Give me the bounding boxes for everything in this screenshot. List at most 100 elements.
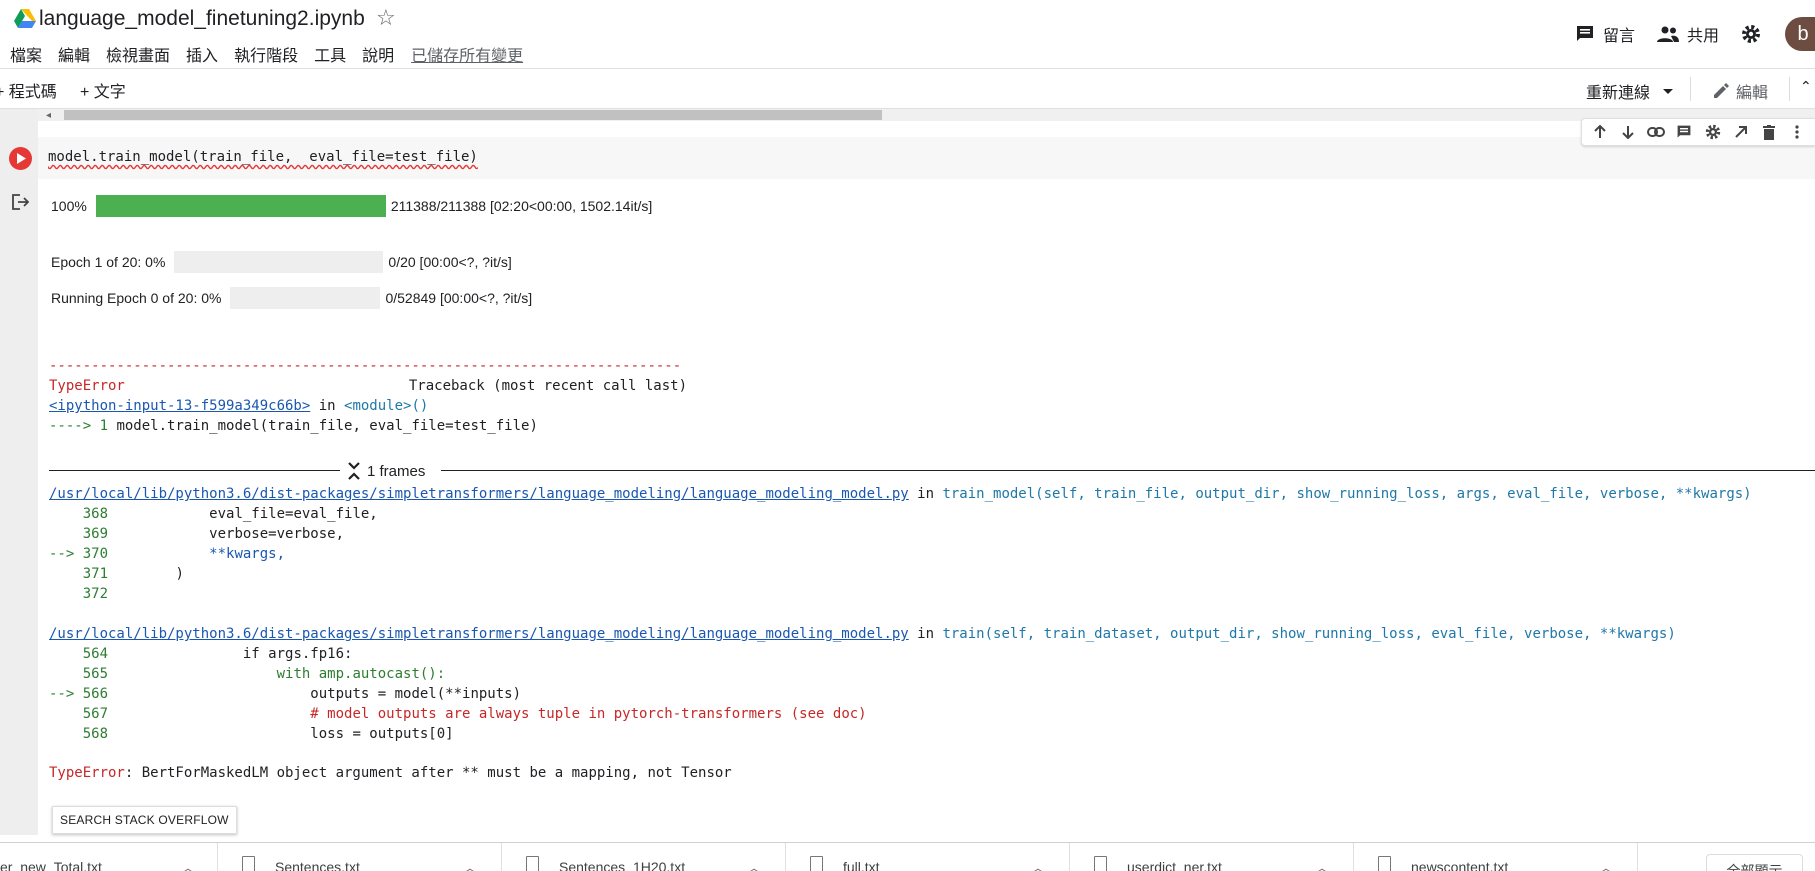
frame-path-link[interactable]: /usr/local/lib/python3.6/dist-packages/s… — [49, 486, 909, 502]
line-code: **kwargs, — [108, 546, 286, 562]
gear-icon — [1742, 25, 1760, 43]
progress-bar-fill — [95, 195, 386, 217]
line-code: eval_file=eval_file, — [108, 506, 378, 522]
menu-insert[interactable]: 插入 — [186, 42, 218, 66]
progress-bar — [230, 287, 381, 309]
chevron-up-icon[interactable]: ︿ — [182, 859, 194, 871]
frame-line: --> 370 **kwargs, — [49, 546, 285, 563]
arrow-up-icon[interactable] — [1589, 121, 1611, 143]
gear-icon[interactable] — [1702, 121, 1724, 143]
file-icon — [810, 856, 823, 871]
edit-button[interactable]: 編輯 — [1712, 79, 1768, 103]
horizontal-scrollbar-thumb[interactable] — [64, 110, 882, 120]
progress-label: 100% — [51, 198, 87, 214]
ipython-input-link[interactable]: <ipython-input-13-f599a349c66b> — [49, 398, 310, 414]
download-filename: full.txt — [843, 859, 880, 871]
traceback-separator: ----------------------------------------… — [49, 358, 682, 374]
drive-logo-icon[interactable] — [14, 8, 36, 28]
frame-line: --> 566 outputs = model(**inputs) — [49, 686, 521, 703]
line-marker — [49, 726, 83, 742]
menubar: 檔案 編輯 檢視畫面 插入 執行階段 工具 說明 已儲存所有變更 — [10, 42, 523, 66]
cell-gutter — [0, 109, 38, 835]
show-all-downloads-button[interactable]: 全部顯示 — [1706, 854, 1803, 871]
avatar[interactable]: b — [1785, 17, 1815, 51]
chevron-up-icon[interactable]: ︿ — [748, 859, 760, 871]
arrow-down-icon[interactable] — [1617, 121, 1639, 143]
settings-button[interactable] — [1741, 24, 1769, 44]
download-item[interactable]: er_new_Total.txt ︿ — [0, 843, 218, 871]
line-code: # model outputs are always tuple in pyto… — [108, 706, 867, 722]
line-number: 368 — [82, 506, 109, 522]
link-icon[interactable] — [1645, 121, 1667, 143]
pencil-icon — [1714, 83, 1729, 98]
collapse-header-icon[interactable]: ⌃ — [1800, 78, 1812, 95]
download-item[interactable]: Sentences.txt ︿ — [218, 843, 502, 871]
line-code: with amp.autocast(): — [108, 666, 446, 682]
chevron-up-icon[interactable]: ︿ — [1032, 859, 1044, 871]
header-actions: 留言 共用 b — [1575, 17, 1815, 51]
more-icon[interactable] — [1786, 121, 1808, 143]
star-icon[interactable]: ☆ — [376, 5, 396, 31]
progress-bar — [174, 251, 384, 273]
line-number: 567 — [82, 706, 109, 722]
scroll-left-arrow[interactable]: ◂ — [46, 110, 51, 121]
share-button[interactable]: 共用 — [1656, 22, 1719, 46]
file-icon — [242, 856, 255, 871]
code-line[interactable]: model.train_model(train_file, eval_file=… — [48, 149, 478, 165]
menu-help[interactable]: 說明 — [362, 42, 394, 66]
download-item[interactable]: Sentences_1H20.txt ︿ — [502, 843, 786, 871]
frames-toggle[interactable]: 1 frames — [347, 461, 425, 481]
chevron-up-icon[interactable]: ︿ — [1316, 859, 1328, 871]
menu-runtime[interactable]: 執行階段 — [234, 42, 298, 66]
search-stack-overflow-button[interactable]: SEARCH STACK OVERFLOW — [52, 806, 237, 834]
frame-line: 371 ) — [49, 566, 184, 583]
trash-icon[interactable] — [1758, 121, 1780, 143]
comment-icon[interactable] — [1673, 121, 1695, 143]
saved-status[interactable]: 已儲存所有變更 — [411, 42, 523, 66]
run-cell-button[interactable] — [9, 147, 32, 170]
line-code: verbose=verbose, — [108, 526, 345, 542]
line-code: outputs = model(**inputs) — [108, 686, 522, 702]
comments-button[interactable]: 留言 — [1575, 22, 1635, 46]
line-marker: --> — [49, 686, 83, 702]
menu-edit[interactable]: 編輯 — [58, 42, 90, 66]
notebook-toolbar: + 程式碼 + 文字 重新連線 編輯 ⌃ — [0, 68, 1815, 109]
traceback-arrow-line: ----> 1 model.train_model(train_file, ev… — [49, 418, 538, 435]
line-number: 565 — [82, 666, 109, 682]
progress-label: Running Epoch 0 of 20: 0% — [51, 290, 222, 306]
frame-path-link[interactable]: /usr/local/lib/python3.6/dist-packages/s… — [49, 626, 909, 642]
download-item[interactable]: newscontent.txt ︿ — [1354, 843, 1638, 871]
frame-header: /usr/local/lib/python3.6/dist-packages/s… — [49, 486, 1752, 503]
download-item[interactable]: full.txt ︿ — [786, 843, 1070, 871]
open-icon[interactable] — [1730, 121, 1752, 143]
add-text-button[interactable]: + 文字 — [80, 78, 126, 102]
download-item[interactable]: userdict_ner.txt ︿ — [1070, 843, 1354, 871]
previous-cell-output: ◂ — [38, 109, 1815, 121]
reconnect-button[interactable]: 重新連線 — [1586, 79, 1680, 103]
frames-divider — [49, 470, 340, 471]
share-label: 共用 — [1686, 28, 1719, 45]
in-word: in — [310, 398, 345, 414]
frame-line: 368 eval_file=eval_file, — [49, 506, 378, 523]
output-icon[interactable] — [10, 193, 30, 216]
download-filename: userdict_ner.txt — [1127, 859, 1222, 871]
download-filename: Sentences_1H20.txt — [559, 859, 686, 871]
frames-label: 1 frames — [367, 462, 426, 480]
frame-function: train(self, train_dataset, output_dir, s… — [942, 626, 1676, 642]
line-number: 370 — [82, 546, 109, 562]
line-marker — [49, 706, 83, 722]
menu-file[interactable]: 檔案 — [10, 42, 42, 66]
progress-row: 100% 211388/211388 [02:20<00:00, 1502.14… — [51, 195, 652, 217]
add-code-button[interactable]: + 程式碼 — [0, 78, 57, 102]
line-code: if args.fp16: — [108, 646, 353, 662]
frames-collapse-row[interactable]: 1 frames — [49, 461, 1815, 481]
download-filename: Sentences.txt — [275, 859, 360, 871]
chevron-up-icon[interactable]: ︿ — [464, 859, 476, 871]
download-filename: er_new_Total.txt — [0, 859, 102, 871]
line-marker — [49, 666, 83, 682]
menu-view[interactable]: 檢視畫面 — [106, 42, 170, 66]
chevron-up-icon[interactable]: ︿ — [1600, 859, 1612, 871]
download-filename: newscontent.txt — [1411, 859, 1509, 871]
menu-tools[interactable]: 工具 — [314, 42, 346, 66]
notebook-title[interactable]: language_model_finetuning2.ipynb — [39, 7, 365, 31]
